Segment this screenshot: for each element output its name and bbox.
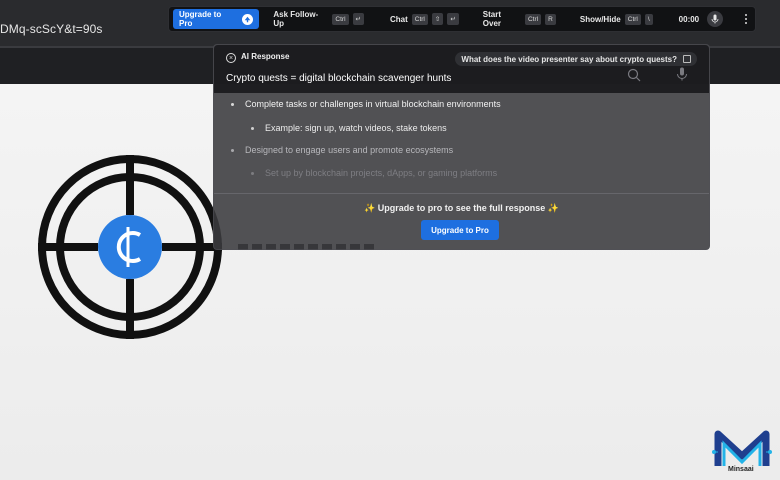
bullet-dot (231, 103, 234, 106)
close-icon[interactable]: × (226, 53, 236, 63)
timer: 00:00 (678, 14, 700, 24)
url-text[interactable]: DMq-scScY&t=90s (0, 22, 103, 36)
ask-followup-button[interactable]: Ask Follow-Up Ctrl ↵ (273, 10, 364, 28)
microphone-icon (677, 67, 687, 81)
key-backslash: \ (644, 13, 653, 25)
key-ctrl: Ctrl (624, 13, 641, 25)
crypto-target-icon (38, 155, 222, 339)
start-over-label: Start Over (482, 10, 501, 28)
key-ctrl: Ctrl (525, 13, 542, 25)
upgrade-label: Upgrade to Pro (179, 10, 222, 28)
copy-icon[interactable] (683, 55, 691, 63)
show-hide-label: Show/Hide (579, 14, 621, 24)
microphone-icon (711, 14, 719, 24)
more-menu-icon[interactable] (741, 14, 751, 24)
upgrade-message: ✨ Upgrade to pro to see the full respons… (364, 203, 559, 213)
bullet-dot (251, 172, 254, 175)
response-bullet: Designed to engage users and promote eco… (245, 145, 454, 155)
mic-button[interactable] (707, 11, 724, 27)
key-shift: ⇧ (431, 13, 444, 25)
key-enter: ↵ (352, 13, 364, 25)
arrow-up-icon (242, 13, 254, 25)
ai-response-panel: × AI Response What does the video presen… (213, 44, 710, 250)
show-hide-button[interactable]: Show/Hide Ctrl \ (579, 13, 653, 25)
upgrade-button[interactable]: Upgrade to Pro (173, 9, 260, 29)
assistant-toolbar: Upgrade to Pro Ask Follow-Up Ctrl ↵ Chat… (168, 6, 756, 32)
chat-label: Chat (389, 14, 408, 24)
key-ctrl: Ctrl (332, 13, 349, 25)
search-icon (627, 68, 641, 82)
response-bullet: Set up by blockchain projects, dApps, or… (265, 168, 498, 178)
ai-response-label: AI Response (241, 52, 290, 61)
panel-divider (214, 193, 709, 194)
ask-followup-label: Ask Follow-Up (273, 10, 319, 28)
response-bullet: Complete tasks or challenges in virtual … (245, 99, 501, 109)
watermark-brand: Minsaai (728, 466, 754, 473)
key-r: R (545, 13, 556, 25)
bullet-dot (231, 149, 234, 152)
bullet-dot (251, 127, 254, 130)
key-enter: ↵ (447, 13, 459, 25)
question-chip[interactable]: What does the video presenter say about … (455, 52, 697, 66)
key-ctrl: Ctrl (411, 13, 428, 25)
upgrade-pro-button[interactable]: Upgrade to Pro (421, 220, 499, 240)
start-over-button[interactable]: Start Over Ctrl R (483, 10, 556, 28)
question-text: What does the video presenter say about … (461, 54, 677, 64)
response-bullet: Example: sign up, watch videos, stake to… (265, 123, 447, 133)
chat-button[interactable]: Chat Ctrl ⇧ ↵ (390, 13, 459, 25)
response-headline: Crypto quests = digital blockchain scave… (226, 73, 452, 84)
